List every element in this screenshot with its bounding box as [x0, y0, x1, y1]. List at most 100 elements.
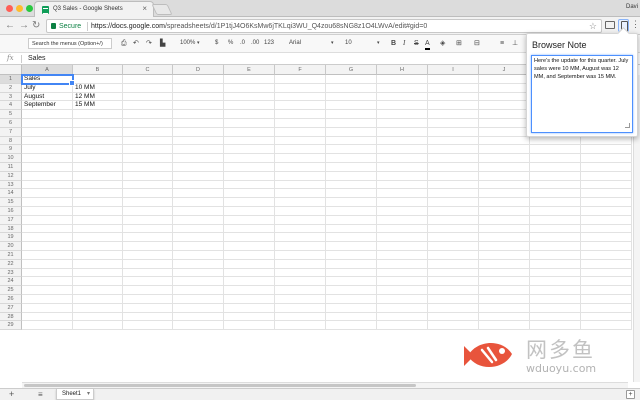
cell-f13[interactable]: [275, 180, 326, 190]
cell-b5[interactable]: [73, 110, 123, 119]
cell-j13[interactable]: [479, 180, 530, 190]
row-header[interactable]: 16: [0, 207, 22, 216]
cell-d18[interactable]: [173, 224, 224, 234]
cell-k29[interactable]: [530, 321, 581, 331]
cell-h7[interactable]: [377, 127, 428, 137]
column-header-h[interactable]: H: [377, 65, 428, 75]
cell-d6[interactable]: [173, 119, 224, 128]
row-header[interactable]: 24: [0, 277, 22, 287]
cell-j7[interactable]: [479, 127, 530, 137]
cell-a26[interactable]: [22, 295, 73, 304]
cell-b28[interactable]: [73, 312, 123, 322]
cell-d4[interactable]: [173, 101, 224, 111]
cell-h21[interactable]: [377, 251, 428, 260]
column-header-b[interactable]: B: [73, 65, 123, 75]
cell-l8[interactable]: [581, 136, 632, 146]
cell-f10[interactable]: [275, 154, 326, 163]
cell-g14[interactable]: [326, 189, 377, 199]
cell-c25[interactable]: [123, 286, 173, 295]
cell-k14[interactable]: [530, 189, 581, 199]
column-header-e[interactable]: E: [224, 65, 275, 75]
close-window-icon[interactable]: [6, 5, 13, 12]
cell-j5[interactable]: [479, 110, 530, 119]
cell-a12[interactable]: [22, 171, 73, 181]
cell-a17[interactable]: [22, 215, 73, 225]
cell-g3[interactable]: [326, 92, 377, 102]
cell-h10[interactable]: [377, 154, 428, 163]
cell-a27[interactable]: [22, 303, 73, 313]
cell-i16[interactable]: [428, 207, 479, 216]
cell-e11[interactable]: [224, 163, 275, 172]
cell-e26[interactable]: [224, 295, 275, 304]
cell-h1[interactable]: [377, 75, 428, 84]
cell-h14[interactable]: [377, 189, 428, 199]
cell-d25[interactable]: [173, 286, 224, 295]
cell-d10[interactable]: [173, 154, 224, 163]
cell-d12[interactable]: [173, 171, 224, 181]
cell-d20[interactable]: [173, 242, 224, 251]
row-header[interactable]: 9: [0, 145, 22, 155]
cell-c29[interactable]: [123, 321, 173, 331]
cell-k26[interactable]: [530, 295, 581, 304]
cell-d21[interactable]: [173, 251, 224, 260]
cell-k9[interactable]: [530, 145, 581, 155]
cell-e10[interactable]: [224, 154, 275, 163]
cell-c24[interactable]: [123, 277, 173, 287]
cell-f22[interactable]: [275, 259, 326, 269]
cell-c3[interactable]: [123, 92, 173, 102]
cell-f23[interactable]: [275, 268, 326, 278]
cell-f17[interactable]: [275, 215, 326, 225]
cell-g25[interactable]: [326, 286, 377, 295]
cell-d9[interactable]: [173, 145, 224, 155]
cell-h22[interactable]: [377, 259, 428, 269]
row-header[interactable]: 22: [0, 259, 22, 269]
bold-button[interactable]: B: [391, 39, 396, 48]
cell-d11[interactable]: [173, 163, 224, 172]
cell-i1[interactable]: [428, 75, 479, 84]
cell-f15[interactable]: [275, 198, 326, 207]
cell-e21[interactable]: [224, 251, 275, 260]
column-header-c[interactable]: C: [123, 65, 173, 75]
cell-h20[interactable]: [377, 242, 428, 251]
row-header[interactable]: 21: [0, 251, 22, 260]
cell-e17[interactable]: [224, 215, 275, 225]
cell-l14[interactable]: [581, 189, 632, 199]
cell-i9[interactable]: [428, 145, 479, 155]
cell-b1[interactable]: [73, 75, 123, 84]
cell-j9[interactable]: [479, 145, 530, 155]
cell-c21[interactable]: [123, 251, 173, 260]
cell-j21[interactable]: [479, 251, 530, 260]
cell-c26[interactable]: [123, 295, 173, 304]
cell-j29[interactable]: [479, 321, 530, 331]
reload-icon[interactable]: ↻: [32, 20, 40, 31]
cell-c13[interactable]: [123, 180, 173, 190]
row-header[interactable]: 27: [0, 303, 22, 313]
cell-e14[interactable]: [224, 189, 275, 199]
cell-e5[interactable]: [224, 110, 275, 119]
cell-d24[interactable]: [173, 277, 224, 287]
cell-e6[interactable]: [224, 119, 275, 128]
cell-h4[interactable]: [377, 101, 428, 111]
row-header[interactable]: 23: [0, 268, 22, 278]
cell-h23[interactable]: [377, 268, 428, 278]
cell-e29[interactable]: [224, 321, 275, 331]
cell-k15[interactable]: [530, 198, 581, 207]
cell-b7[interactable]: [73, 127, 123, 137]
increase-decimal-button[interactable]: .00: [251, 39, 259, 48]
cell-g11[interactable]: [326, 163, 377, 172]
cell-b14[interactable]: [73, 189, 123, 199]
cell-j3[interactable]: [479, 92, 530, 102]
row-header[interactable]: 11: [0, 163, 22, 172]
cell-a3[interactable]: August: [22, 92, 73, 102]
cell-e3[interactable]: [224, 92, 275, 102]
cell-h2[interactable]: [377, 83, 428, 93]
cell-f16[interactable]: [275, 207, 326, 216]
cell-i2[interactable]: [428, 83, 479, 93]
italic-button[interactable]: I: [403, 39, 405, 48]
cell-d22[interactable]: [173, 259, 224, 269]
cell-c16[interactable]: [123, 207, 173, 216]
cell-k28[interactable]: [530, 312, 581, 322]
cell-a8[interactable]: [22, 136, 73, 146]
cell-a20[interactable]: [22, 242, 73, 251]
row-header[interactable]: 18: [0, 224, 22, 234]
